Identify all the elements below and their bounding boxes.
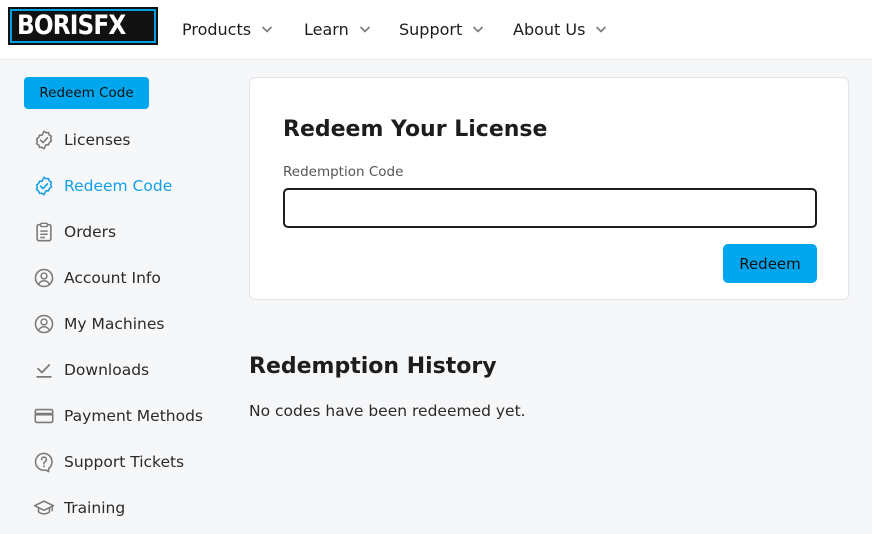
logo-text: BORISFX	[17, 10, 126, 41]
sidebar-item-label: Support Tickets	[64, 453, 185, 471]
nav-products[interactable]: Products	[182, 0, 273, 58]
sidebar-item-orders[interactable]: Orders	[33, 220, 116, 244]
logo-inner: BORISFX	[12, 11, 154, 41]
nav-about-us[interactable]: About Us	[513, 0, 607, 58]
redemption-history-title: Redemption History	[249, 354, 497, 379]
question-bubble-icon	[34, 452, 53, 473]
sidebar-item-label: Downloads	[64, 361, 150, 379]
sidebar-item-label: Licenses	[64, 131, 131, 149]
redeem-license-card: Redeem Your License Redemption Code Rede…	[249, 77, 849, 300]
redemption-code-input[interactable]	[283, 188, 817, 228]
sidebar-item-my-machines[interactable]: My Machines	[33, 312, 164, 336]
sidebar-item-label: Training	[64, 499, 126, 517]
nav-learn[interactable]: Learn	[304, 0, 371, 58]
download-check-icon	[36, 364, 52, 378]
chevron-down-icon	[596, 26, 607, 33]
badge-check-icon	[35, 130, 53, 150]
redeem-code-button[interactable]: Redeem Code	[24, 77, 149, 109]
sidebar-item-payment-methods[interactable]: Payment Methods	[33, 404, 203, 428]
nav-label: Learn	[304, 19, 349, 39]
redemption-history-empty-text: No codes have been redeemed yet.	[249, 402, 526, 420]
nav-support[interactable]: Support	[399, 0, 484, 58]
sidebar-item-label: Payment Methods	[64, 407, 203, 425]
user-circle-icon	[34, 314, 54, 334]
sidebar-item-label: Account Info	[64, 269, 161, 287]
sidebar-item-training[interactable]: Training	[33, 496, 125, 520]
nav-label: Support	[399, 19, 463, 39]
borisfx-logo[interactable]: BORISFX	[8, 7, 158, 45]
clipboard-icon	[36, 222, 52, 242]
redeem-button[interactable]: Redeem	[723, 244, 817, 283]
nav-label: About Us	[513, 19, 586, 39]
user-circle-icon	[34, 268, 54, 288]
graduation-cap-icon	[33, 500, 55, 515]
chevron-down-icon	[473, 26, 484, 33]
sidebar-item-support-tickets[interactable]: Support Tickets	[33, 450, 184, 474]
top-header: BORISFX Products Learn Support About Us	[0, 0, 872, 60]
nav-label: Products	[182, 19, 252, 39]
chevron-down-icon	[262, 26, 273, 33]
sidebar-item-redeem-code[interactable]: Redeem Code	[33, 174, 172, 198]
sidebar-item-label: My Machines	[64, 315, 165, 333]
credit-card-icon	[34, 408, 54, 424]
chevron-down-icon	[359, 26, 370, 33]
sidebar-item-label: Redeem Code	[64, 177, 173, 195]
sidebar-item-label: Orders	[64, 223, 117, 241]
sidebar-item-account-info[interactable]: Account Info	[33, 266, 161, 290]
redeem-license-title: Redeem Your License	[283, 117, 548, 142]
sidebar-item-downloads[interactable]: Downloads	[33, 358, 149, 382]
sidebar-item-licenses[interactable]: Licenses	[33, 128, 131, 152]
redemption-code-label: Redemption Code	[283, 164, 404, 180]
badge-check-icon	[35, 176, 53, 196]
